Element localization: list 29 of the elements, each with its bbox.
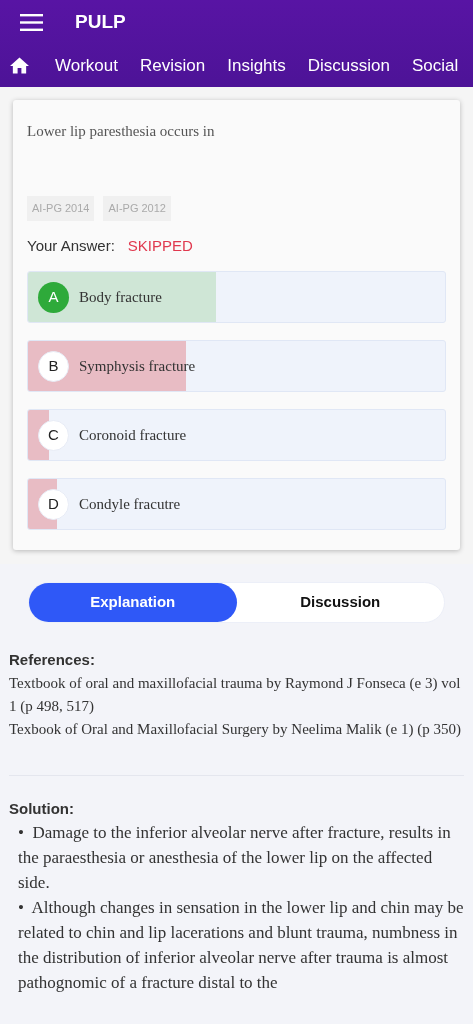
option-text: Symphysis fracture xyxy=(79,356,196,376)
menu-icon[interactable] xyxy=(20,13,43,31)
answer-option[interactable]: B Symphysis fracture xyxy=(27,340,446,392)
app-title: PULP xyxy=(75,9,126,34)
option-text: Body fracture xyxy=(79,287,162,307)
nav-tab[interactable]: Revision xyxy=(140,52,206,79)
nav-tab[interactable]: Social xyxy=(412,52,459,79)
exam-tag: AI-PG 2014 xyxy=(27,196,95,221)
solution-bullet: • Although changes in sensation in the lower lip and chin may be related to chin and lip lacerations and blunt trauma, numbness in the distribution of inferior alveolar nerve after trauma is almost pathognomic of a fracture distal to the xyxy=(17,897,464,994)
answer-status: SKIPPED xyxy=(127,235,193,256)
exam-tag: AI-PG 2012 xyxy=(103,196,171,221)
segment-tab[interactable]: Explanation xyxy=(29,583,237,622)
reference-text: Texbook of Oral and Maxillofacial Surgery by Neelima Malik (e 1) (p 350) xyxy=(9,719,462,739)
question-text: Lower lip paresthesia occurs in xyxy=(27,122,216,141)
solution-heading: Solution: xyxy=(9,798,75,819)
home-icon[interactable] xyxy=(10,57,29,74)
nav-tab[interactable]: Discussion xyxy=(307,52,390,79)
answer-option[interactable]: D Condyle fracutre xyxy=(27,478,446,530)
nav-tab[interactable]: Workout xyxy=(55,52,118,79)
reference-text: Textbook of oral and maxillofacial trauma by Raymond J Fonseca (e 3) vol 1 (p 498, 517) xyxy=(9,673,462,716)
references-heading: References: xyxy=(9,650,96,670)
answer-option[interactable]: A Body fracture xyxy=(27,271,446,323)
solution-bullet: • Damage to the inferior alveolar nerve after fracture, results in the paraesthesia or anesthesia of the lower lip on the affected side. xyxy=(17,822,452,894)
option-text: Coronoid fracture xyxy=(79,425,187,445)
answer-label: Your Answer: xyxy=(27,235,115,256)
option-text: Condyle fracutre xyxy=(79,494,181,514)
segment-tab[interactable]: Discussion xyxy=(236,583,444,622)
nav-tab[interactable]: Insights xyxy=(227,52,286,79)
answer-option[interactable]: C Coronoid fracture xyxy=(27,409,446,461)
